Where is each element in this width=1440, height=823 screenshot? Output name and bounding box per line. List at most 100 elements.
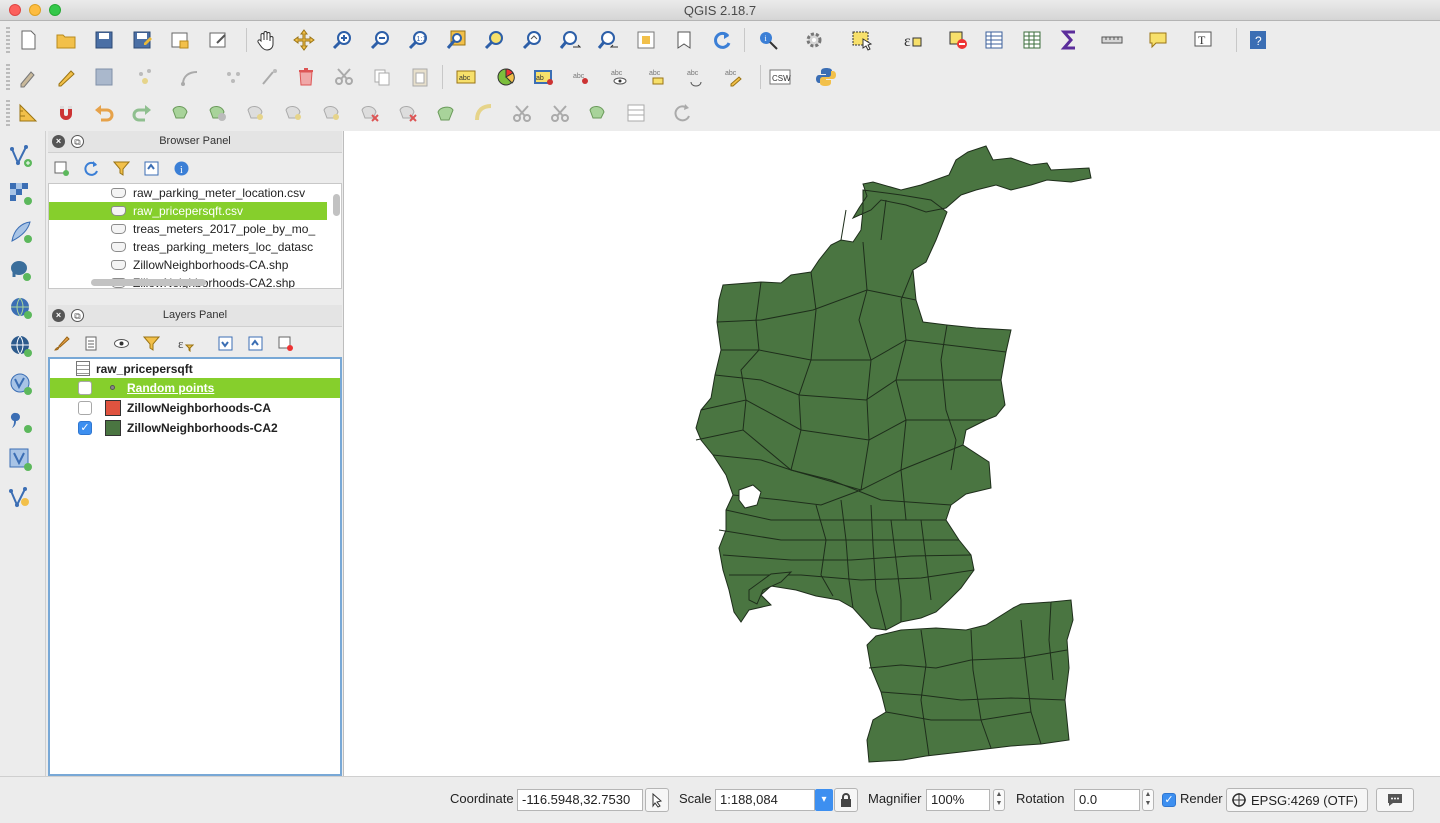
rotate-feature-button[interactable] [166, 99, 194, 127]
layers-tree[interactable]: raw_pricepersqft Random points ZillowNei… [48, 357, 342, 776]
simplify-feature-button[interactable] [204, 99, 232, 127]
map-canvas[interactable] [343, 131, 1440, 776]
run-feature-action-button[interactable] [800, 26, 828, 54]
pan-map-button[interactable] [252, 26, 280, 54]
reshape-features-button[interactable] [432, 99, 460, 127]
rotate-point-symbols-button[interactable] [668, 99, 696, 127]
layer-visibility-checkbox[interactable] [78, 381, 92, 395]
add-raster-layer-button[interactable] [6, 179, 36, 209]
refresh-button[interactable] [708, 26, 736, 54]
delete-selected-button[interactable] [292, 63, 320, 91]
filter-legend-button[interactable] [140, 333, 162, 353]
new-print-composer-button[interactable] [166, 26, 194, 54]
open-project-button[interactable] [52, 26, 80, 54]
manage-map-themes-button[interactable] [110, 333, 132, 353]
zoom-in-button[interactable] [328, 26, 356, 54]
crs-button[interactable]: EPSG:4269 (OTF) [1226, 788, 1368, 812]
new-shapefile-layer-button[interactable] [6, 483, 36, 513]
remove-layer-button[interactable] [274, 333, 296, 353]
copy-features-button[interactable] [368, 63, 396, 91]
new-bookmark-button[interactable] [670, 26, 698, 54]
layer-item[interactable]: raw_pricepersqft [50, 359, 340, 379]
browser-item[interactable]: treas_parking_meters_loc_datasc [49, 238, 327, 256]
zoom-out-button[interactable] [366, 26, 394, 54]
change-label-button[interactable]: abc [720, 63, 748, 91]
zoom-to-layer-button[interactable] [518, 26, 546, 54]
save-as-button[interactable] [128, 26, 156, 54]
enable-advanced-digitizing-button[interactable] [14, 99, 42, 127]
collapse-all-layers-button[interactable] [244, 333, 266, 353]
toggle-extents-button[interactable] [645, 788, 669, 812]
undo-button[interactable] [90, 99, 118, 127]
layer-item[interactable]: ZillowNeighborhoods-CA [50, 398, 340, 418]
node-editing-button[interactable] [256, 63, 284, 91]
add-wcs-layer-button[interactable] [6, 331, 36, 361]
add-delimited-text-layer-button[interactable] [6, 407, 36, 437]
deselect-features-button[interactable] [944, 26, 972, 54]
new-map-view-button[interactable] [632, 26, 660, 54]
zoom-to-selection-button[interactable] [480, 26, 508, 54]
collapse-all-button[interactable] [140, 158, 162, 178]
pin-unpin-labels-button[interactable]: abc [568, 63, 596, 91]
csw-button[interactable]: CSW [766, 63, 794, 91]
show-statistical-summary-button[interactable] [1056, 26, 1084, 54]
select-features-button[interactable] [848, 26, 876, 54]
browser-tree[interactable]: raw_parking_meter_location.csv raw_price… [48, 183, 342, 289]
paste-features-button[interactable] [406, 63, 434, 91]
magnifier-field[interactable]: 100% [926, 789, 990, 811]
layer-visibility-checkbox[interactable]: ✓ [78, 421, 92, 435]
merge-attributes-button[interactable] [622, 99, 650, 127]
scale-dropdown-button[interactable]: ▾ [815, 789, 833, 811]
python-console-button[interactable] [812, 63, 840, 91]
add-part-button[interactable] [280, 99, 308, 127]
delete-ring-button[interactable] [356, 99, 384, 127]
coordinate-field[interactable]: -116.5948,32.7530 [517, 789, 643, 811]
composer-manager-button[interactable] [204, 26, 232, 54]
fill-ring-button[interactable] [318, 99, 346, 127]
add-group-button[interactable] [80, 333, 102, 353]
toolbar-grip[interactable] [6, 64, 10, 90]
layer-diagram-options-button[interactable] [492, 63, 520, 91]
zoom-full-button[interactable] [442, 26, 470, 54]
expand-all-button[interactable] [214, 333, 236, 353]
browser-item[interactable]: raw_pricepersqft.csv [49, 202, 327, 220]
highlight-pinned-labels-button[interactable]: ab [530, 63, 558, 91]
add-wms-layer-button[interactable] [6, 293, 36, 323]
add-selected-layer-button[interactable] [50, 158, 72, 178]
zoom-next-button[interactable] [594, 26, 622, 54]
rotation-field[interactable]: 0.0 [1074, 789, 1140, 811]
open-field-calculator-button[interactable] [1018, 26, 1046, 54]
cut-features-button[interactable] [330, 63, 358, 91]
show-hide-labels-button[interactable]: abc [606, 63, 634, 91]
render-checkbox[interactable]: ✓ [1162, 793, 1176, 807]
layer-visibility-checkbox[interactable] [78, 401, 92, 415]
toolbar-grip[interactable] [6, 27, 10, 53]
pan-to-selection-button[interactable] [290, 26, 318, 54]
browser-item[interactable]: raw_parking_meter_location.csv [49, 184, 327, 202]
zoom-last-button[interactable] [556, 26, 584, 54]
save-layer-edits-button[interactable] [90, 63, 118, 91]
add-spatialite-layer-button[interactable] [6, 217, 36, 247]
add-ring-button[interactable] [242, 99, 270, 127]
node-tool-button[interactable] [176, 63, 204, 91]
zoom-native-button[interactable]: 1:1 [404, 26, 432, 54]
merge-features-button[interactable] [584, 99, 612, 127]
delete-part-button[interactable] [394, 99, 422, 127]
layer-item[interactable]: ✓ ZillowNeighborhoods-CA2 [50, 418, 340, 438]
split-parts-button[interactable] [546, 99, 574, 127]
add-feature-button[interactable] [132, 63, 160, 91]
rotation-spinner[interactable]: ▲ ▼ [1142, 789, 1154, 811]
toggle-editing-button[interactable] [52, 63, 80, 91]
messages-button[interactable] [1376, 788, 1414, 812]
offset-curve-button[interactable] [470, 99, 498, 127]
add-virtual-layer-button[interactable] [6, 445, 36, 475]
browser-refresh-button[interactable] [80, 158, 102, 178]
split-features-button[interactable] [508, 99, 536, 127]
move-feature-button[interactable] [220, 63, 248, 91]
layer-labeling-options-button[interactable]: abc [452, 63, 480, 91]
browser-filter-button[interactable] [110, 158, 132, 178]
open-layer-styling-button[interactable] [50, 333, 72, 353]
browser-vertical-scrollbar[interactable] [333, 194, 340, 216]
enable-snapping-button[interactable] [52, 99, 80, 127]
current-edits-button[interactable] [14, 63, 42, 91]
